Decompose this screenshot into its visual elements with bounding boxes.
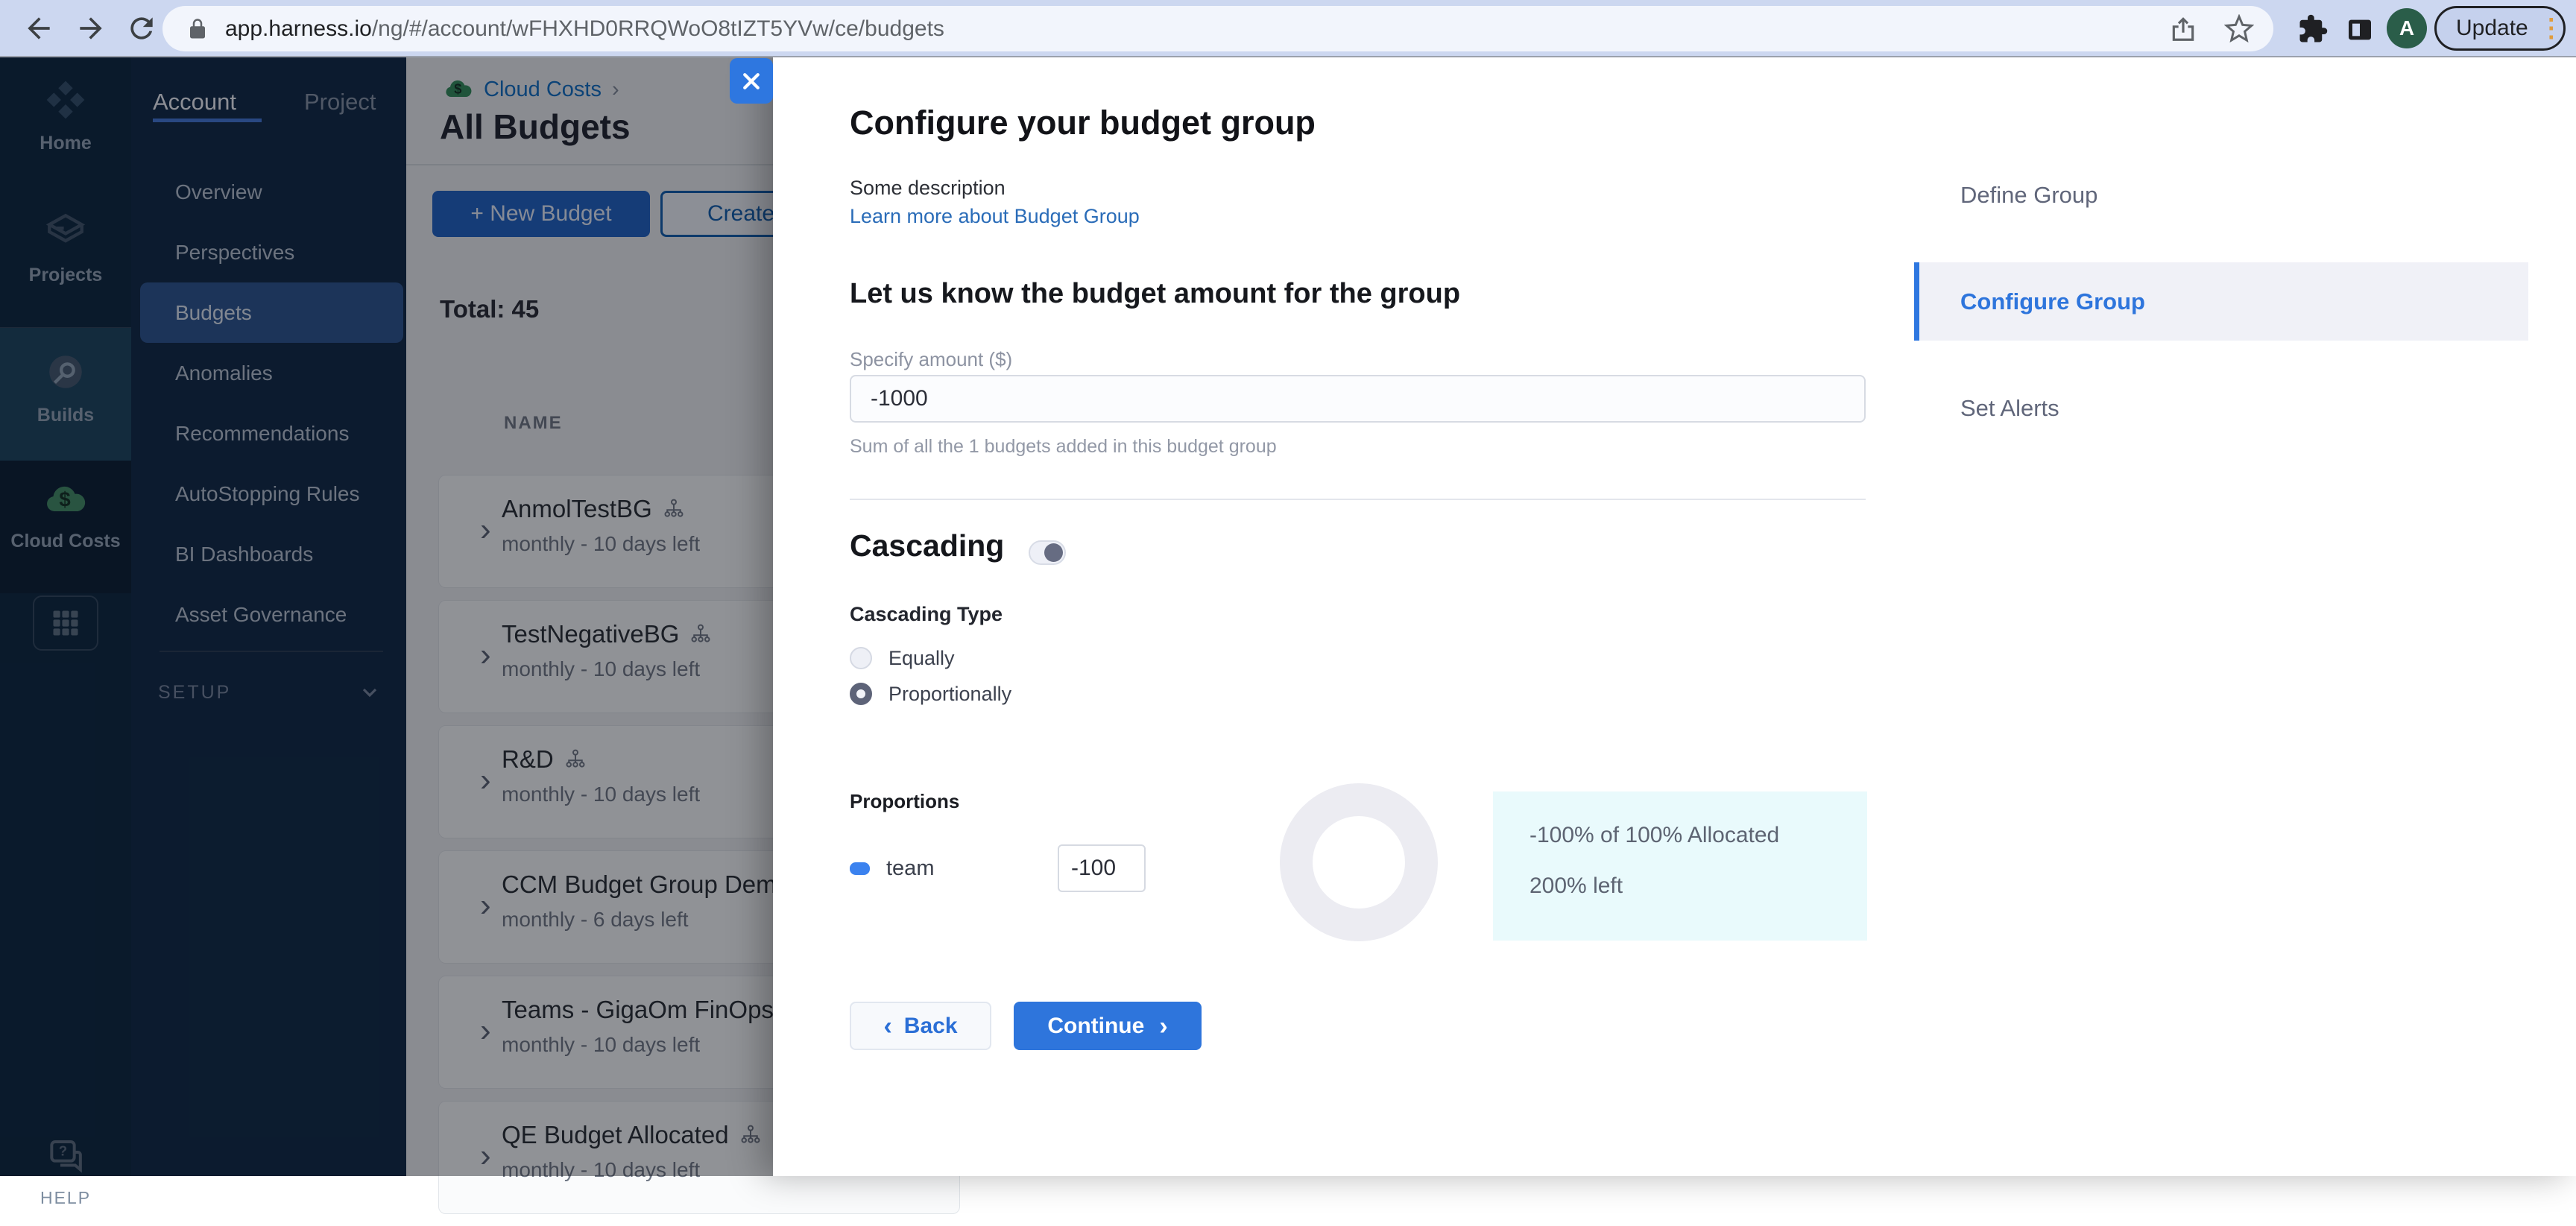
url-host: app.harness.io (225, 16, 372, 41)
close-icon (743, 72, 760, 89)
wizard-step[interactable]: Set Alerts (1914, 369, 2576, 447)
allocated-text: -100% of 100% Allocated (1530, 823, 1780, 847)
continue-button[interactable]: Continue › (1014, 1002, 1202, 1050)
back-button[interactable]: ‹ Back (850, 1002, 991, 1050)
reload-icon[interactable] (125, 12, 158, 45)
wizard-step[interactable]: Configure Group (1914, 262, 2528, 341)
chevron-left-icon: ‹ (883, 1011, 892, 1040)
continue-label: Continue (1047, 1013, 1145, 1038)
cascading-heading: Cascading (850, 528, 1005, 563)
proportion-name: team (886, 856, 935, 880)
chevron-right-icon: › (1159, 1011, 1168, 1040)
url-bar[interactable]: app.harness.io/ng/#/account/wFHXHD0RRQWo… (162, 6, 2273, 51)
lock-icon (190, 18, 205, 38)
amount-label: Specify amount ($) (850, 348, 1013, 370)
wizard-step[interactable]: Define Group (1914, 156, 2576, 234)
divider (850, 499, 1866, 500)
radio-icon[interactable] (850, 647, 872, 669)
update-label: Update (2456, 16, 2528, 40)
amount-helper: Sum of all the 1 budgets added in this b… (850, 436, 1277, 457)
allocation-donut-chart (1280, 783, 1438, 941)
radio-label: Equally (888, 646, 955, 669)
toggle-knob (1044, 543, 1063, 562)
browser-chrome: app.harness.io/ng/#/account/wFHXHD0RRQWo… (0, 0, 2576, 57)
proportions-heading: Proportions (850, 790, 960, 812)
proportion-value-input[interactable] (1058, 844, 1146, 892)
amount-input[interactable] (850, 375, 1866, 423)
wizard-step-label: Configure Group (1960, 288, 2145, 315)
amount-heading: Let us know the budget amount for the gr… (850, 278, 1461, 309)
configure-budget-group-modal: Configure your budget group Some descrip… (773, 57, 2576, 1176)
more-icon[interactable]: ⋮ (2539, 16, 2564, 41)
star-icon[interactable] (2224, 13, 2254, 44)
avatar[interactable]: A (2387, 8, 2427, 48)
modal-backdrop[interactable] (0, 57, 773, 1176)
cascading-toggle[interactable] (1029, 540, 1066, 565)
side-panel-icon[interactable] (2345, 15, 2375, 45)
allocation-info-panel: -100% of 100% Allocated 200% left (1493, 791, 1867, 941)
wizard-steps: Define Group Configure Group Set Alerts (1914, 57, 2576, 447)
help-label: HELP (40, 1188, 92, 1207)
learn-more-link[interactable]: Learn more about Budget Group (850, 205, 1140, 228)
back-icon[interactable] (22, 12, 55, 45)
modal-description: Some description (850, 177, 1006, 199)
radio-option[interactable]: Equally (850, 640, 1011, 676)
modal-title: Configure your budget group (850, 104, 1316, 142)
wizard-step-label: Define Group (1960, 181, 2098, 208)
url-text: app.harness.io/ng/#/account/wFHXHD0RRQWo… (225, 16, 944, 42)
cascading-type-label: Cascading Type (850, 603, 1003, 625)
forward-icon[interactable] (75, 12, 107, 45)
proportion-row: team (850, 844, 1222, 892)
extensions-icon[interactable] (2297, 13, 2329, 45)
left-text: 200% left (1530, 873, 1623, 898)
avatar-initial: A (2399, 16, 2415, 40)
update-button[interactable]: Update ⋮ (2434, 6, 2566, 51)
back-label: Back (903, 1013, 958, 1038)
wizard-step-label: Set Alerts (1960, 394, 2059, 421)
share-icon[interactable] (2169, 15, 2197, 43)
close-button[interactable] (730, 58, 773, 104)
proportion-swatch (850, 862, 870, 875)
cascading-type-options: Equally Proportionally (850, 640, 1011, 712)
radio-option[interactable]: Proportionally (850, 676, 1011, 712)
url-path: /ng/#/account/wFHXHD0RRQWoO8tIZT5YVw/ce/… (371, 16, 944, 41)
radio-label: Proportionally (888, 682, 1012, 705)
radio-icon[interactable] (850, 683, 872, 705)
